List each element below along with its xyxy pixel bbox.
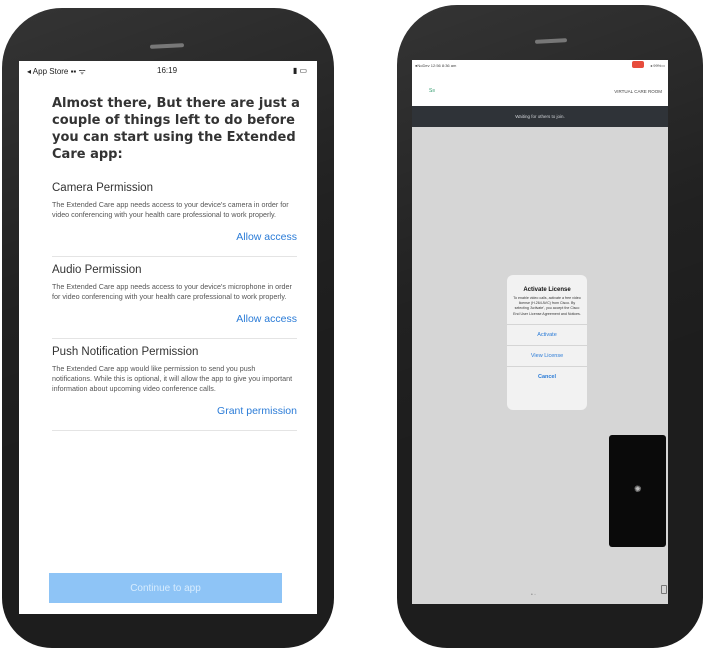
- continue-to-app-button[interactable]: Continue to app: [49, 573, 282, 603]
- permission-title: Push Notification Permission: [52, 346, 199, 358]
- audio-permission-section: Audio Permission The Extended Care app n…: [52, 257, 297, 339]
- permission-description: The Extended Care app would like permiss…: [52, 364, 293, 393]
- waiting-banner: Waiting for others to join.: [412, 106, 668, 127]
- permission-title: Camera Permission: [52, 182, 153, 194]
- permission-description: The Extended Care app needs access to yo…: [52, 200, 289, 219]
- status-time: 16:19: [157, 66, 178, 75]
- left-phone: ◂ App Store ▪▪ ᯤ 16:19 ▮ ▭ Almost there,…: [2, 8, 334, 648]
- page-dots: • ◦: [531, 592, 536, 598]
- cancel-button[interactable]: Cancel: [507, 365, 587, 387]
- self-view-video[interactable]: ✺: [609, 435, 666, 547]
- app-logo-icon: S≡: [429, 88, 436, 94]
- status-left: ●NoDev 12:56 8:36 am: [415, 63, 457, 68]
- battery-icon: ▮ ▭: [292, 66, 307, 75]
- loading-spinner-icon: ✺: [634, 484, 642, 494]
- camera-permission-section: Camera Permission The Extended Care app …: [52, 175, 297, 257]
- speaker-slot: [534, 38, 568, 44]
- activate-button[interactable]: Activate: [507, 323, 587, 345]
- intro-heading: Almost there, But there are just a coupl…: [52, 96, 300, 162]
- grant-push-permission-link[interactable]: Grant permission: [52, 405, 297, 417]
- view-license-button[interactable]: View License: [507, 344, 587, 366]
- switch-camera-icon[interactable]: [661, 585, 667, 594]
- activate-license-dialog: Activate License To enable video calls, …: [507, 275, 587, 410]
- speaker-slot: [149, 43, 185, 49]
- recording-indicator-icon: [632, 61, 644, 68]
- right-phone: ●NoDev 12:56 8:36 am ◂ 99%▭ S≡ VIRTUAL C…: [397, 5, 703, 648]
- app-header: S≡ VIRTUAL CARE ROOM: [412, 70, 668, 106]
- permissions-screen: ◂ App Store ▪▪ ᯤ 16:19 ▮ ▭ Almost there,…: [19, 61, 317, 614]
- battery-status: ◂ 99%▭: [650, 63, 665, 68]
- room-title: VIRTUAL CARE ROOM: [614, 89, 662, 94]
- back-to-app-store[interactable]: ◂ App Store ▪▪ ᯤ: [27, 66, 86, 77]
- status-bar: ●NoDev 12:56 8:36 am ◂ 99%▭: [412, 60, 668, 70]
- permission-title: Audio Permission: [52, 264, 142, 276]
- push-permission-section: Push Notification Permission The Extende…: [52, 339, 297, 431]
- dialog-message: To enable video calls, activate a free v…: [513, 296, 581, 316]
- dialog-title: Activate License: [523, 287, 571, 293]
- video-room-screen: ●NoDev 12:56 8:36 am ◂ 99%▭ S≡ VIRTUAL C…: [412, 60, 668, 604]
- permission-description: The Extended Care app needs access to yo…: [52, 282, 292, 301]
- allow-audio-access-link[interactable]: Allow access: [52, 313, 297, 325]
- status-bar: ◂ App Store ▪▪ ᯤ 16:19 ▮ ▭: [19, 61, 317, 81]
- allow-camera-access-link[interactable]: Allow access: [52, 231, 297, 243]
